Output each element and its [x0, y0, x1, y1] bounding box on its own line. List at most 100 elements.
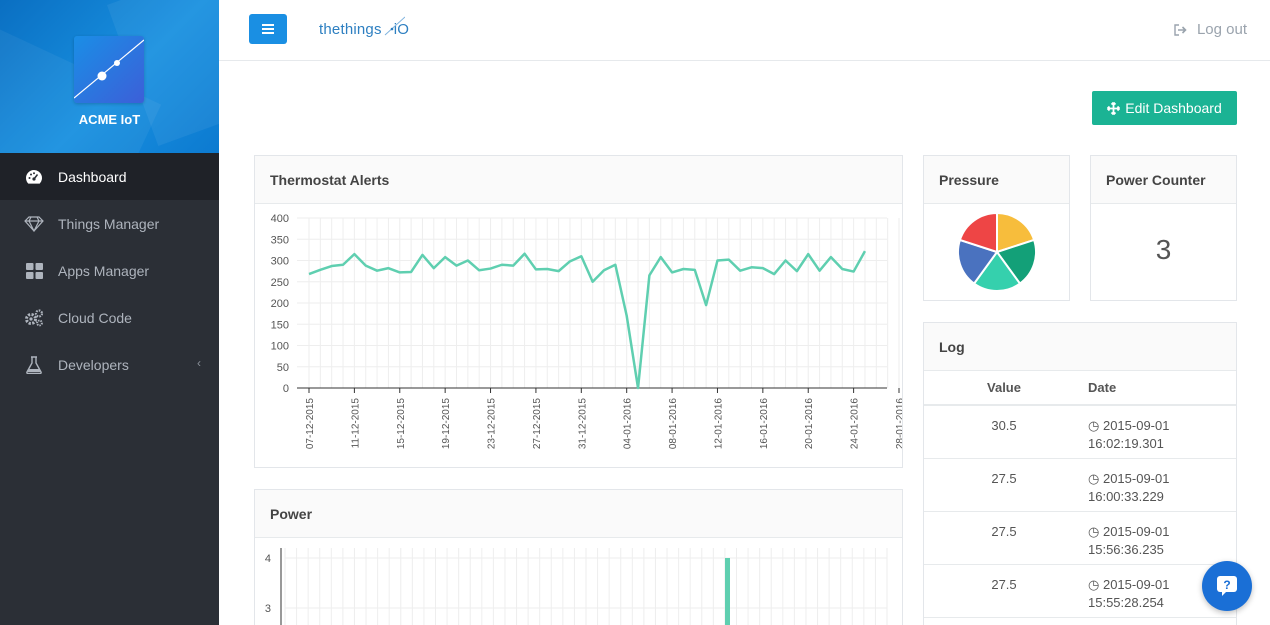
y-tick-label: 200 — [271, 298, 289, 310]
x-tick-label: 08-01-2016 — [668, 398, 679, 450]
brand-logo-icon — [73, 39, 145, 99]
top-bar: thethings iO Log out — [219, 0, 1270, 61]
widget-title: Thermostat Alerts — [255, 156, 902, 204]
x-tick-label: 23-12-2015 — [487, 398, 498, 450]
log-value: 30.5 — [924, 405, 1084, 459]
x-tick-label: 28-01-2016 — [895, 398, 902, 450]
x-tick-label: 19-12-2015 — [441, 398, 452, 450]
sidebar-item-cloud-code[interactable]: Cloud Code — [0, 294, 219, 341]
log-date-cell: ◷ 2015-09-01 15:56:36.235 — [1084, 511, 1236, 565]
log-date: 2015-09-01 — [1102, 523, 1170, 539]
widget-title: Power — [255, 490, 902, 538]
sidebar-item-things-manager[interactable]: Things Manager — [0, 200, 219, 247]
help-chat-button[interactable]: ? — [1202, 561, 1252, 611]
logo-slash-icon — [384, 16, 405, 36]
y-tick-label: 100 — [271, 341, 289, 353]
table-row: 27.5 ◷ 2015-09-01 16:00:33.229 — [924, 458, 1236, 512]
power-bar-chart[interactable]: 43 — [255, 538, 902, 625]
flask-icon — [24, 355, 44, 375]
hamburger-icon — [262, 24, 274, 34]
log-value: 27.5 — [924, 511, 1084, 565]
widget-title: Pressure — [924, 156, 1069, 204]
x-tick-label: 15-12-2015 — [396, 398, 407, 450]
clock-icon: ◷ — [1088, 470, 1100, 486]
y-tick-label: 150 — [271, 319, 289, 331]
power-bar — [725, 558, 730, 625]
x-tick-label: 12-01-2016 — [713, 398, 724, 450]
clock-icon: ◷ — [1088, 418, 1100, 433]
dashboard-gauge-icon — [24, 167, 44, 187]
pressure-pie-chart[interactable] — [924, 204, 1069, 300]
log-time: 15:55:28.254 — [1088, 594, 1164, 610]
brand-name: ACME IoT — [78, 112, 141, 127]
log-widget: Log Value Date 30.5 ◷ 2015-09-01 16:02:19… — [923, 322, 1237, 625]
thermostat-line-chart[interactable]: 0 50 100 150 200 250 300 350 400 07-12-2015 11-12-… — [255, 204, 906, 467]
y-tick-label: 350 — [271, 234, 289, 246]
gears-icon — [24, 308, 44, 328]
log-time: 16:02:19.301 — [1088, 436, 1164, 451]
edit-dashboard-button[interactable]: Edit Dashboard — [1092, 91, 1237, 125]
clock-icon: ◷ — [1088, 523, 1100, 539]
logout-link[interactable]: Log out — [1174, 21, 1247, 38]
diamond-icon — [24, 214, 44, 234]
y-tick-label: 50 — [277, 362, 289, 374]
sidebar-item-label: Cloud Code — [58, 309, 132, 326]
sidebar-item-developers[interactable]: Developers ‹ — [0, 341, 219, 388]
y-tick-label: 400 — [271, 213, 289, 225]
sidebar-item-label: Apps Manager — [58, 262, 150, 279]
power-counter-value: 3 — [1155, 234, 1172, 265]
log-value: 27.5 — [924, 564, 1084, 618]
help-question-icon: ? — [1217, 576, 1237, 596]
x-tick-label: 31-12-2015 — [577, 398, 588, 450]
y-tick-label: 3 — [265, 603, 271, 615]
log-date: 2015-09-01 — [1102, 418, 1170, 433]
x-tick-label: 16-01-2016 — [759, 398, 770, 450]
y-tick-label: 300 — [271, 256, 289, 268]
x-tick-label: 11-12-2015 — [350, 398, 361, 449]
sidebar-item-label: Developers — [58, 356, 129, 373]
column-header-date[interactable]: Date — [1084, 371, 1236, 406]
x-tick-label: 27-12-2015 — [532, 398, 543, 450]
table-row: 27.5 ◷ 2015-09-01 15:56:36.235 — [924, 511, 1236, 565]
move-arrows-icon — [1107, 101, 1121, 115]
sidebar-item-label: Dashboard — [58, 168, 127, 185]
power-counter-widget: Power Counter 3 — [1090, 155, 1237, 301]
column-header-value[interactable]: Value — [924, 371, 1084, 406]
sidebar: ACME IoT Dashboard Things Manager Apps M… — [0, 0, 219, 625]
y-tick-label: 4 — [265, 553, 271, 565]
logout-label: Log out — [1196, 21, 1247, 38]
y-tick-label: 0 — [283, 383, 289, 395]
thermostat-series-line — [308, 250, 867, 390]
brand-header: ACME IoT — [0, 0, 219, 153]
svg-text:?: ? — [1223, 578, 1230, 592]
log-date-cell: ◷ 2015-09-01 16:02:19.301 — [1084, 405, 1236, 459]
log-date: 2015-09-01 — [1102, 576, 1170, 592]
brand-logo[interactable] — [73, 36, 145, 103]
x-tick-label: 20-01-2016 — [804, 398, 815, 450]
log-table: Value Date 30.5 ◷ 2015-09-01 16:02:19.301… — [924, 371, 1236, 618]
logo-text: thethings — [319, 21, 382, 38]
sign-out-icon — [1174, 23, 1187, 36]
widget-title: Log — [924, 323, 1236, 371]
thethings-logo[interactable]: thethings iO — [319, 16, 409, 38]
table-row: 27.5 ◷ 2015-09-01 15:55:28.254 — [924, 564, 1236, 618]
sidebar-item-dashboard[interactable]: Dashboard — [0, 153, 219, 200]
sidebar-item-apps-manager[interactable]: Apps Manager — [0, 247, 219, 294]
x-tick-label: 04-01-2016 — [623, 398, 634, 450]
widget-title: Power Counter — [1091, 156, 1236, 204]
thermostat-alerts-widget: Thermostat Alerts 0 50 100 150 200 250 300 350 4… — [254, 155, 906, 468]
pressure-widget: Pressure — [923, 155, 1070, 301]
chevron-left-icon[interactable]: ‹ — [197, 356, 201, 370]
edit-dashboard-label: Edit Dashboard — [1125, 100, 1222, 116]
power-widget: Power 43 — [254, 489, 903, 625]
x-tick-label: 24-01-2016 — [850, 398, 861, 450]
log-date: 2015-09-01 — [1102, 470, 1170, 486]
log-date-cell: ◷ 2015-09-01 16:00:33.229 — [1084, 458, 1236, 512]
sidebar-item-label: Things Manager — [58, 215, 160, 232]
log-value: 27.5 — [924, 458, 1084, 512]
log-time: 16:00:33.229 — [1088, 488, 1164, 504]
grid-icon — [24, 261, 44, 281]
menu-toggle-button[interactable] — [249, 14, 287, 44]
log-time: 15:56:36.235 — [1088, 541, 1164, 557]
y-tick-label: 250 — [271, 277, 289, 289]
